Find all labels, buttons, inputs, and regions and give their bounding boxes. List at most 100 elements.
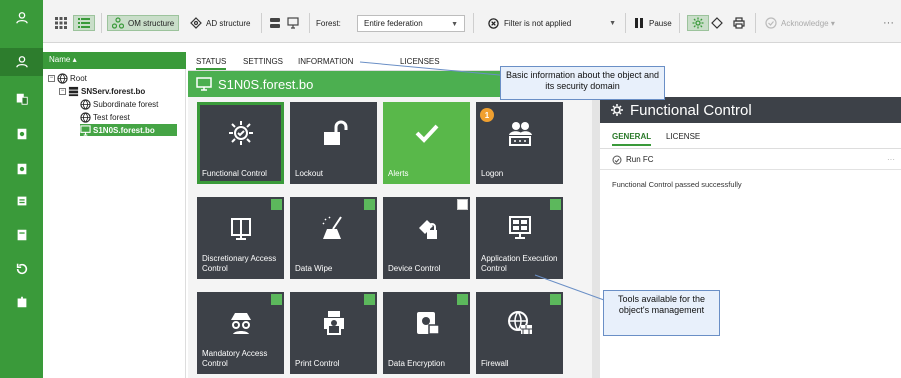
- collapse-icon[interactable]: −: [59, 87, 66, 95]
- enabled-indicator: [271, 199, 282, 210]
- tile-device-control[interactable]: Device Control: [383, 197, 470, 279]
- tile-data-wipe[interactable]: Data Wipe: [290, 197, 377, 279]
- tree-node-label: Root: [70, 73, 87, 83]
- tree-node-test-forest[interactable]: Test forest: [80, 111, 130, 123]
- tab-license[interactable]: LICENSE: [666, 132, 700, 141]
- rail-monitor-icon[interactable]: [0, 155, 43, 183]
- grid-view-button[interactable]: [55, 15, 71, 31]
- details-body: [600, 170, 901, 378]
- tile-label: Mandatory Access Control: [202, 349, 268, 368]
- more-options-button[interactable]: ···: [883, 15, 894, 31]
- callout-tools: Tools available for the object's managem…: [603, 290, 720, 336]
- tile-lockout[interactable]: Lockout: [290, 102, 377, 184]
- rail-refresh-icon[interactable]: [0, 255, 43, 283]
- tile-logon[interactable]: 1 Logon: [476, 102, 563, 184]
- tab-settings[interactable]: SETTINGS: [243, 55, 283, 68]
- monitor-icon[interactable]: [287, 15, 303, 31]
- rail-report-icon[interactable]: [0, 120, 43, 148]
- tile-label: Data Encryption: [388, 359, 445, 368]
- tile-functional-control[interactable]: Functional Control: [197, 102, 284, 184]
- object-tree: − Root − SNServ.forest.bo Subordinate fo…: [43, 69, 186, 378]
- chevron-down-icon: ▼: [451, 21, 458, 28]
- chevron-down-icon: ▼: [609, 20, 616, 27]
- tile-label: Discretionary Access Control: [202, 254, 277, 273]
- tab-status[interactable]: STATUS: [196, 55, 227, 70]
- tree-node-snserv[interactable]: − SNServ.forest.bo: [59, 85, 145, 97]
- lock-open-icon: [323, 120, 347, 145]
- diamond-icon[interactable]: [711, 15, 727, 31]
- tile-print-control[interactable]: Print Control: [290, 292, 377, 374]
- computer-icon: [196, 77, 212, 91]
- globe-icon: [80, 98, 91, 110]
- globe-icon: [57, 72, 68, 84]
- ad-structure-button[interactable]: AD structure: [190, 15, 250, 31]
- tile-mandatory-access-control[interactable]: Mandatory Access Control: [197, 292, 284, 374]
- filter-clear-icon: [488, 18, 499, 29]
- run-fc-label: Run FC: [626, 155, 654, 164]
- tile-label: Print Control: [295, 359, 340, 368]
- tile-label: Lockout: [295, 169, 324, 178]
- acknowledge-button[interactable]: Acknowledge ▾: [765, 15, 835, 31]
- rail-user-icon[interactable]: [0, 4, 43, 32]
- object-title: S1N0S.forest.bo: [218, 76, 314, 92]
- forest-select[interactable]: Entire federation ▼: [357, 15, 465, 32]
- run-fc-button[interactable]: Run FC ···: [600, 150, 901, 170]
- usb-lock-icon: [418, 220, 437, 239]
- tree-node-root[interactable]: − Root: [48, 72, 87, 84]
- panel-splitter[interactable]: [592, 97, 600, 378]
- tools-grid: Functional Control Lockout Alerts 1 Logo…: [188, 97, 592, 378]
- settings-gear-button[interactable]: [687, 15, 709, 31]
- details-panel-header: Functional Control: [600, 97, 901, 123]
- more-options-icon[interactable]: ···: [887, 155, 895, 164]
- servers-icon[interactable]: [269, 15, 285, 31]
- tab-information[interactable]: INFORMATION: [298, 55, 353, 68]
- chevron-down-icon: ▾: [830, 18, 835, 28]
- tile-alerts[interactable]: Alerts: [383, 102, 470, 184]
- printer-icon[interactable]: [733, 15, 749, 31]
- rail-users-icon[interactable]: [0, 48, 43, 76]
- status-message: Functional Control passed successfully: [612, 180, 742, 189]
- tree-node-subordinate-forest[interactable]: Subordinate forest: [80, 98, 158, 110]
- tab-licenses[interactable]: LICENSES: [400, 55, 440, 68]
- tile-discretionary-access-control[interactable]: Discretionary Access Control: [197, 197, 284, 279]
- globe-icon: [80, 111, 91, 123]
- sort-ascending-icon: ▴: [72, 55, 77, 64]
- tree-node-s1n0s[interactable]: S1N0S.forest.bo: [80, 124, 177, 136]
- logon-icon: [508, 122, 532, 146]
- folder-icon: [230, 218, 251, 240]
- forest-select-value: Entire federation: [364, 19, 423, 28]
- filter-select[interactable]: Filter is not applied ▼: [482, 15, 622, 32]
- tree-header[interactable]: Name ▴: [43, 52, 186, 69]
- functional-control-icon: [228, 121, 253, 145]
- rail-document-icon[interactable]: [0, 221, 43, 249]
- spy-icon: [230, 313, 251, 334]
- rail-database-icon[interactable]: [0, 187, 43, 215]
- list-view-button[interactable]: [73, 15, 95, 31]
- tile-application-execution-control[interactable]: Application Execution Control: [476, 197, 563, 279]
- rail-policy-icon[interactable]: [0, 85, 43, 113]
- tile-data-encryption[interactable]: Data Encryption: [383, 292, 470, 374]
- collapse-icon[interactable]: −: [48, 74, 55, 82]
- disk-lock-icon: [416, 312, 440, 335]
- tree-node-label: SNServ.forest.bo: [81, 86, 146, 96]
- pause-button[interactable]: Pause: [633, 15, 672, 31]
- om-structure-button[interactable]: OM structure: [107, 15, 180, 31]
- acknowledge-label: Acknowledge: [781, 18, 829, 28]
- disabled-indicator: [457, 199, 468, 210]
- tile-label: Data Wipe: [295, 264, 333, 273]
- left-rail: [0, 0, 43, 378]
- server-icon: [68, 86, 79, 96]
- tree-node-label: S1N0S.forest.bo: [93, 125, 155, 135]
- tab-general[interactable]: GENERAL: [612, 132, 652, 146]
- tile-label: Firewall: [481, 359, 509, 368]
- details-panel-title: Functional Control: [630, 101, 752, 119]
- callout-information: Basic information about the object and i…: [500, 66, 665, 100]
- rail-log-icon[interactable]: [0, 288, 43, 316]
- tree-header-label: Name: [49, 55, 71, 64]
- checkmark-icon: [415, 124, 438, 143]
- enabled-indicator: [364, 294, 375, 305]
- run-icon: [612, 155, 622, 164]
- om-structure-label: OM structure: [128, 18, 175, 28]
- enabled-indicator: [271, 294, 282, 305]
- tile-firewall[interactable]: Firewall: [476, 292, 563, 374]
